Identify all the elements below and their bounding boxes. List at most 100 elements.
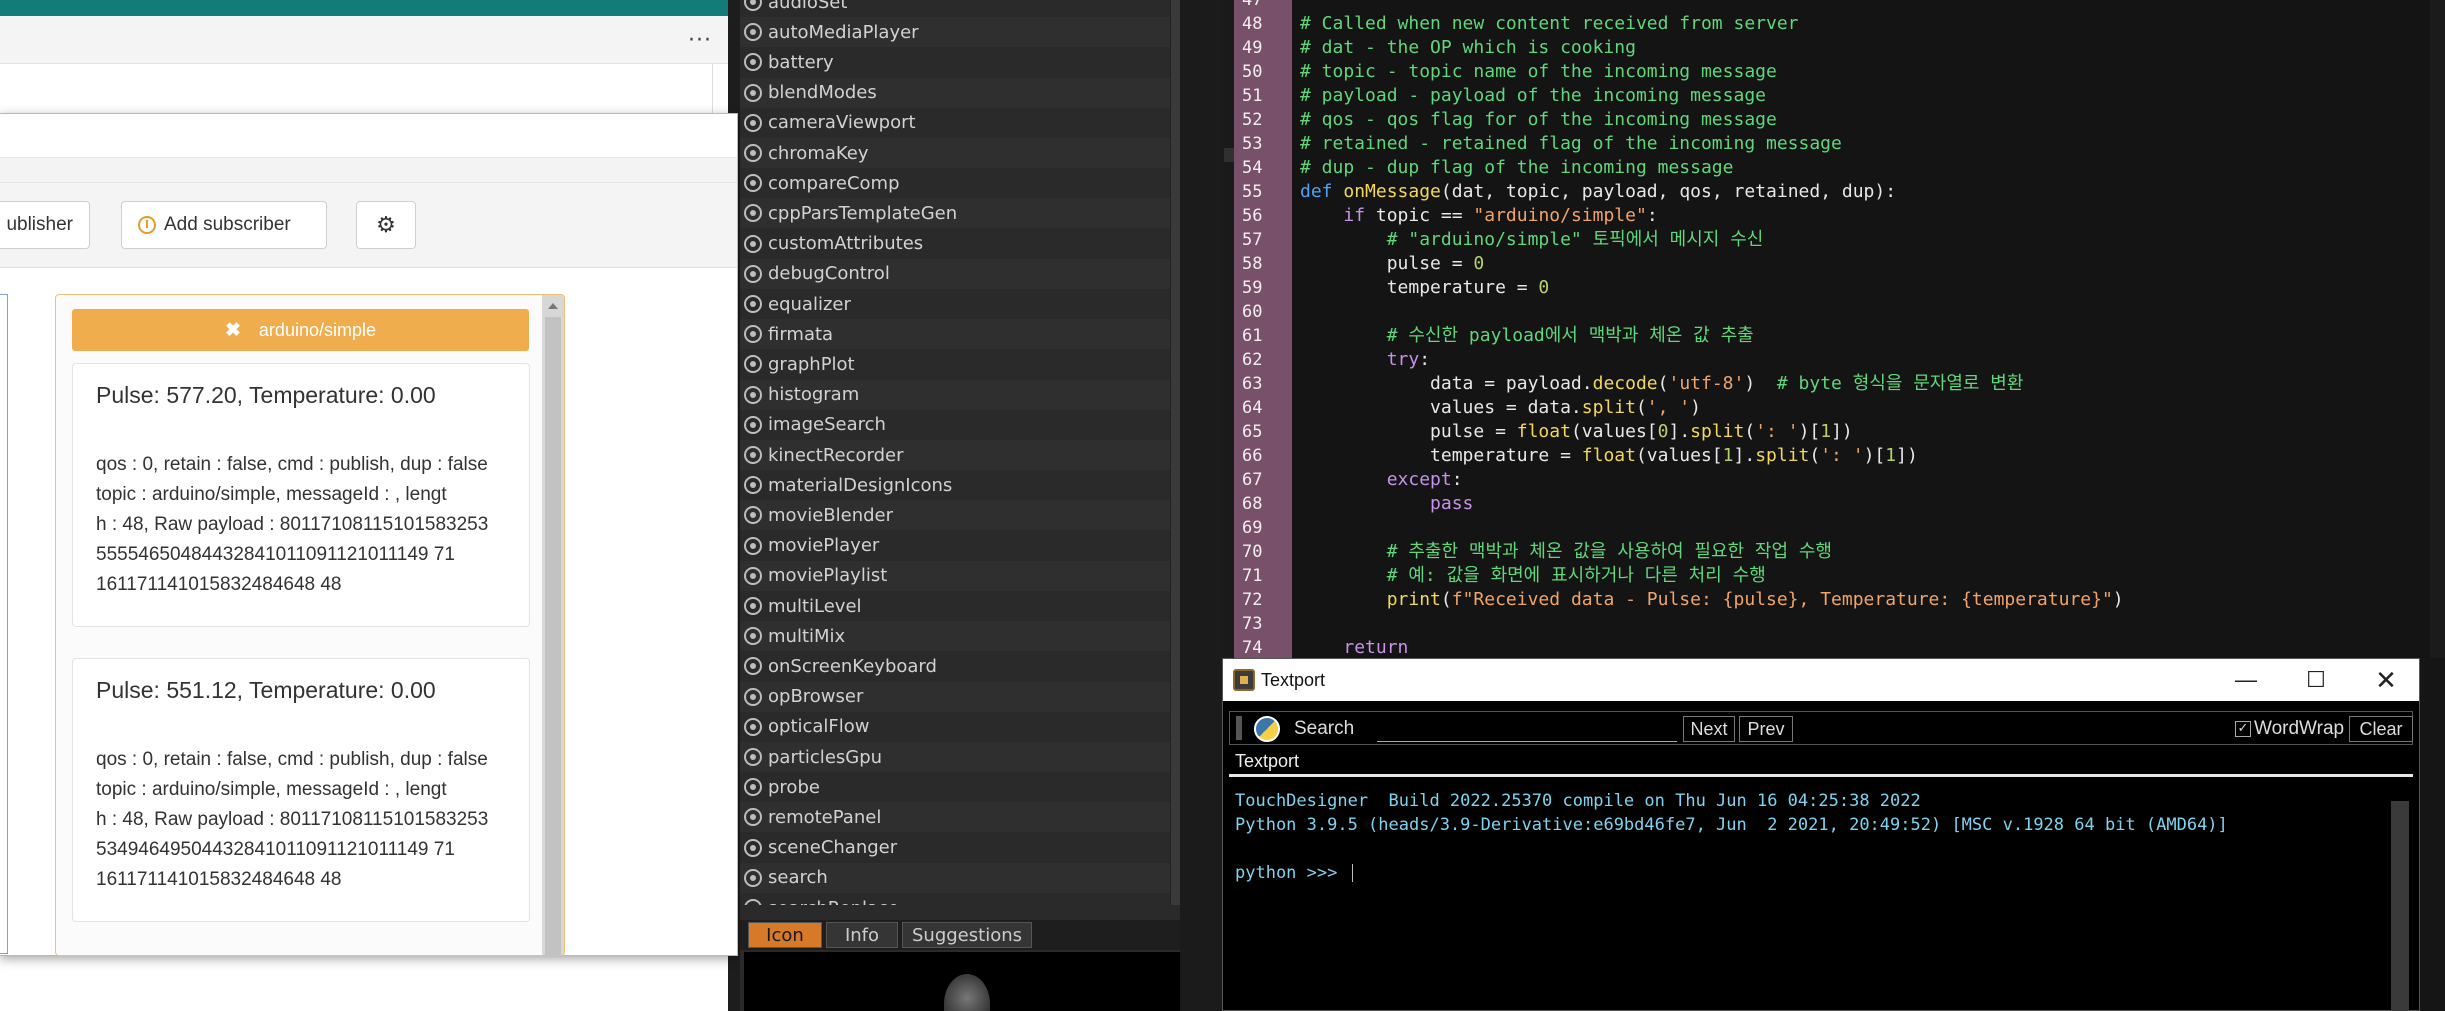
line-number: 49 — [1242, 38, 1263, 58]
code-token: 0 — [1473, 253, 1485, 274]
code-token: (values[ — [1570, 421, 1658, 442]
palette-item[interactable]: searchReplace — [740, 893, 1170, 905]
code-token: # byte 형식을 문자열로 변환 — [1776, 373, 2024, 394]
palette-item[interactable]: chromaKey — [740, 138, 1170, 168]
line-number: 67 — [1242, 470, 1263, 490]
component-icon — [744, 204, 762, 223]
palette-item[interactable]: firmata — [740, 319, 1170, 350]
component-icon — [744, 657, 762, 676]
code-editor[interactable]: 47 48 49 50 51 52 53 54 55 56 57 58 59 60 61 62 63 64 65 66… — [1222, 0, 2445, 658]
close-icon[interactable]: ✖ — [225, 319, 241, 342]
palette-item[interactable]: onScreenKeyboard — [740, 651, 1170, 681]
palette-item[interactable]: remotePanel — [740, 802, 1170, 833]
palette-item[interactable]: kinectRecorder — [740, 440, 1170, 470]
line-number: 57 — [1242, 230, 1263, 250]
palette-item[interactable]: materialDesignIcons — [740, 470, 1170, 500]
component-icon — [744, 83, 762, 102]
code-token: ]) — [1831, 421, 1853, 442]
palette-item[interactable]: cppParsTemplateGen — [740, 198, 1170, 229]
next-button[interactable]: Next — [1683, 716, 1735, 742]
palette-item[interactable]: autoMediaPlayer — [740, 17, 1170, 48]
pane-divider[interactable] — [1180, 0, 1222, 1011]
clear-button[interactable]: Clear — [2349, 716, 2413, 742]
subscriber-card: ✖ arduino/simple Pulse: 577.20, Temperat… — [55, 294, 565, 956]
palette-item[interactable]: histogram — [740, 379, 1170, 410]
editor-scrollbar[interactable] — [2430, 0, 2445, 658]
code-line: if topic == "arduino/simple": — [1300, 204, 1657, 228]
palette-item[interactable]: probe — [740, 772, 1170, 802]
palette-item[interactable]: particlesGpu — [740, 742, 1170, 772]
gear-icon: ⚙ — [376, 212, 396, 237]
add-subscriber-button[interactable]: Add subscriber — [121, 201, 327, 249]
line-number: 48 — [1242, 14, 1263, 34]
code-token: pass — [1430, 493, 1474, 514]
palette-item[interactable]: imageSearch — [740, 410, 1170, 440]
tab-suggestions[interactable]: Suggestions — [902, 922, 1032, 948]
tab-info[interactable]: Info — [826, 922, 898, 948]
wordwrap-checkbox[interactable]: ✓ — [2235, 721, 2251, 737]
subscriber-topic-button[interactable]: ✖ arduino/simple — [72, 309, 529, 351]
code-token: decode — [1592, 373, 1658, 394]
search-input[interactable] — [1377, 718, 1677, 742]
line-number: 47 — [1242, 0, 1263, 10]
palette-item-label: graphPlot — [768, 353, 855, 375]
palette-item[interactable]: graphPlot — [740, 349, 1170, 379]
textport-console[interactable]: TouchDesigner Build 2022.25370 compile o… — [1235, 789, 2395, 1009]
code-token: temperature = — [1300, 277, 1539, 298]
code-token: 1 — [1722, 445, 1734, 466]
minimize-button[interactable]: — — [2231, 665, 2261, 695]
palette-item[interactable]: equalizer — [740, 289, 1170, 319]
code-token: ', ' — [1646, 397, 1691, 418]
code-token: try — [1386, 349, 1420, 370]
maximize-button[interactable]: ☐ — [2301, 665, 2331, 695]
console-prompt-line[interactable]: python >>> — [1235, 861, 2395, 885]
add-publisher-label: ublisher — [6, 214, 73, 235]
palette-item[interactable]: opBrowser — [740, 681, 1170, 712]
palette-item[interactable]: cameraViewport — [740, 108, 1170, 138]
tab-textport[interactable]: Textport — [1235, 751, 1299, 775]
scroll-up-arrow-icon[interactable] — [548, 303, 558, 309]
message-meta-line: qos : 0, retain : false, cmd : publish, … — [96, 454, 488, 475]
palette-item-label: searchReplace — [768, 898, 899, 906]
line-number: 55 — [1242, 182, 1263, 202]
palette-item[interactable]: compareComp — [740, 168, 1170, 198]
line-number: 68 — [1242, 494, 1263, 514]
palette-item[interactable]: blendModes — [740, 77, 1170, 108]
textport-titlebar[interactable]: Textport — ☐ ✕ — [1223, 659, 2419, 701]
code-line: # dat - the OP which is cooking — [1300, 36, 1636, 60]
message-list-scrollbar[interactable] — [542, 295, 564, 955]
message-details: qos : 0, retain : false, cmd : publish, … — [96, 450, 529, 600]
settings-button[interactable]: ⚙ — [356, 201, 416, 249]
palette-item[interactable]: opticalFlow — [740, 712, 1170, 742]
textport-scrollbar[interactable] — [2391, 801, 2409, 1011]
palette-item[interactable]: search — [740, 862, 1170, 893]
palette-item[interactable]: movieBlender — [740, 500, 1170, 531]
textport-window: Textport — ☐ ✕ Search Next Prev ✓ WordWr… — [1222, 658, 2420, 1011]
scrollbar-thumb[interactable] — [545, 317, 561, 955]
tab-icon[interactable]: Icon — [748, 922, 822, 948]
palette-item[interactable]: multiLevel — [740, 591, 1170, 621]
code-line: values = data.split(', ') — [1300, 396, 1701, 420]
app-subheader: ··· — [0, 16, 728, 64]
code-line: except: — [1300, 468, 1463, 492]
palette-item[interactable]: customAttributes — [740, 229, 1170, 259]
code-area[interactable]: # Called when new content received from … — [1294, 0, 2434, 658]
palette-scrollbar[interactable] — [1170, 0, 1180, 905]
code-token: # 추출한 맥박과 체온 값을 사용하여 필요한 작업 수행 — [1386, 541, 1832, 562]
component-icon — [744, 868, 762, 887]
add-publisher-button[interactable]: ublisher — [0, 201, 90, 249]
prev-button[interactable]: Prev — [1739, 716, 1793, 742]
close-button[interactable]: ✕ — [2371, 665, 2401, 695]
palette-item[interactable]: debugControl — [740, 258, 1170, 289]
more-options-icon[interactable]: ··· — [688, 28, 712, 53]
toolbar-grip-handle[interactable] — [1236, 716, 1242, 740]
palette-item[interactable]: sceneChanger — [740, 833, 1170, 863]
palette-item[interactable]: audioSet — [740, 0, 1170, 17]
palette-item[interactable]: multiMix — [740, 621, 1170, 652]
palette-item[interactable]: moviePlayer — [740, 531, 1170, 561]
code-line: return — [1300, 636, 1408, 658]
palette-item[interactable]: moviePlaylist — [740, 560, 1170, 591]
palette-item[interactable]: battery — [740, 47, 1170, 77]
